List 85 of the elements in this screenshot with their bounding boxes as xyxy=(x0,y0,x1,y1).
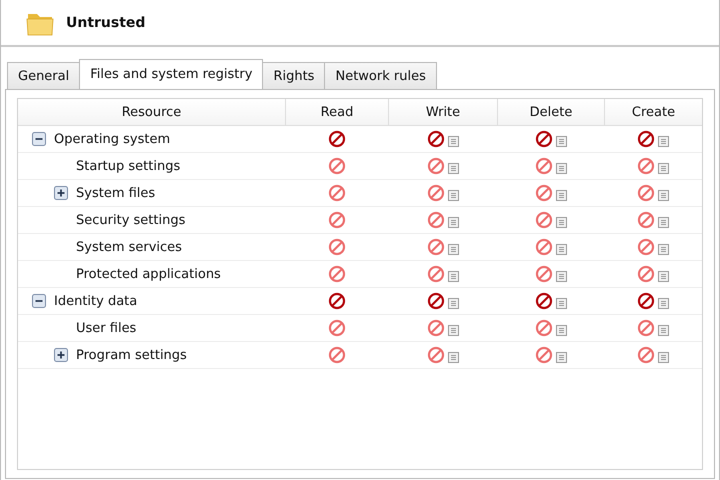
deny-icon[interactable] xyxy=(534,130,552,148)
expand-icon[interactable] xyxy=(54,186,68,200)
deny-icon[interactable] xyxy=(426,292,444,310)
deny-icon[interactable] xyxy=(426,211,444,229)
deny-icon[interactable] xyxy=(426,157,444,175)
deny-icon[interactable] xyxy=(328,184,346,202)
details-icon[interactable] xyxy=(658,271,669,282)
deny-icon[interactable] xyxy=(534,157,552,175)
details-icon[interactable] xyxy=(658,325,669,336)
resource-name: Identity data xyxy=(54,294,138,308)
column-header[interactable]: Read xyxy=(285,99,388,125)
window-title: Untrusted xyxy=(66,14,146,30)
resource-name: Protected applications xyxy=(76,266,221,282)
deny-icon[interactable] xyxy=(328,130,346,148)
details-icon[interactable] xyxy=(556,217,566,228)
details-icon[interactable] xyxy=(658,136,669,147)
details-icon[interactable] xyxy=(658,244,669,255)
column-header[interactable]: Create xyxy=(604,99,702,125)
column-header[interactable]: Resource xyxy=(18,99,285,125)
details-icon[interactable] xyxy=(448,244,458,255)
details-icon[interactable] xyxy=(448,352,458,363)
details-icon[interactable] xyxy=(448,271,458,282)
deny-icon[interactable] xyxy=(426,184,444,202)
collapse-icon[interactable] xyxy=(32,294,46,308)
deny-icon[interactable] xyxy=(328,319,346,337)
details-icon[interactable] xyxy=(658,163,669,174)
deny-icon[interactable] xyxy=(328,211,346,229)
deny-icon[interactable] xyxy=(637,319,655,337)
deny-icon[interactable] xyxy=(637,292,655,310)
expand-icon[interactable] xyxy=(54,348,68,362)
column-header[interactable]: Delete xyxy=(497,99,604,125)
deny-icon[interactable] xyxy=(637,265,655,283)
resource-name: User files xyxy=(76,320,136,336)
resource-name: Operating system xyxy=(54,132,170,146)
details-icon[interactable] xyxy=(556,136,566,147)
details-icon[interactable] xyxy=(658,298,669,309)
deny-icon[interactable] xyxy=(534,292,552,310)
deny-icon[interactable] xyxy=(637,184,655,202)
details-icon[interactable] xyxy=(556,325,566,336)
resource-name: Security settings xyxy=(76,212,186,228)
deny-icon[interactable] xyxy=(426,346,444,364)
deny-icon[interactable] xyxy=(328,157,346,175)
resource-name: Startup settings xyxy=(76,158,180,174)
details-icon[interactable] xyxy=(448,217,458,228)
details-icon[interactable] xyxy=(448,298,458,309)
deny-icon[interactable] xyxy=(534,265,552,283)
details-icon[interactable] xyxy=(556,163,566,174)
deny-icon[interactable] xyxy=(637,130,655,148)
deny-icon[interactable] xyxy=(328,346,346,364)
details-icon[interactable] xyxy=(658,190,669,201)
deny-icon[interactable] xyxy=(534,238,552,256)
deny-icon[interactable] xyxy=(534,211,552,229)
tab[interactable]: Network rules xyxy=(324,62,437,89)
details-icon[interactable] xyxy=(448,136,458,147)
resource-name: System files xyxy=(76,186,156,200)
collapse-icon[interactable] xyxy=(32,132,46,146)
details-icon[interactable] xyxy=(556,271,566,282)
details-icon[interactable] xyxy=(448,163,458,174)
details-icon[interactable] xyxy=(448,190,458,201)
column-header[interactable]: Write xyxy=(388,99,497,125)
deny-icon[interactable] xyxy=(637,157,655,175)
deny-icon[interactable] xyxy=(426,265,444,283)
details-icon[interactable] xyxy=(448,325,458,336)
deny-icon[interactable] xyxy=(534,184,552,202)
details-icon[interactable] xyxy=(556,190,566,201)
deny-icon[interactable] xyxy=(534,319,552,337)
deny-icon[interactable] xyxy=(426,130,444,148)
deny-icon[interactable] xyxy=(637,346,655,364)
deny-icon[interactable] xyxy=(534,346,552,364)
details-icon[interactable] xyxy=(556,298,566,309)
resource-name: Program settings xyxy=(76,348,187,362)
deny-icon[interactable] xyxy=(426,238,444,256)
deny-icon[interactable] xyxy=(637,238,655,256)
details-icon[interactable] xyxy=(556,244,566,255)
deny-icon[interactable] xyxy=(328,238,346,256)
deny-icon[interactable] xyxy=(637,211,655,229)
tab[interactable]: Rights xyxy=(262,62,326,89)
details-icon[interactable] xyxy=(658,352,669,363)
tab[interactable]: General xyxy=(7,62,80,89)
deny-icon[interactable] xyxy=(328,292,346,310)
deny-icon[interactable] xyxy=(426,319,444,337)
details-icon[interactable] xyxy=(556,352,566,363)
deny-icon[interactable] xyxy=(328,265,346,283)
details-icon[interactable] xyxy=(658,217,669,228)
resource-name: System services xyxy=(76,240,182,254)
